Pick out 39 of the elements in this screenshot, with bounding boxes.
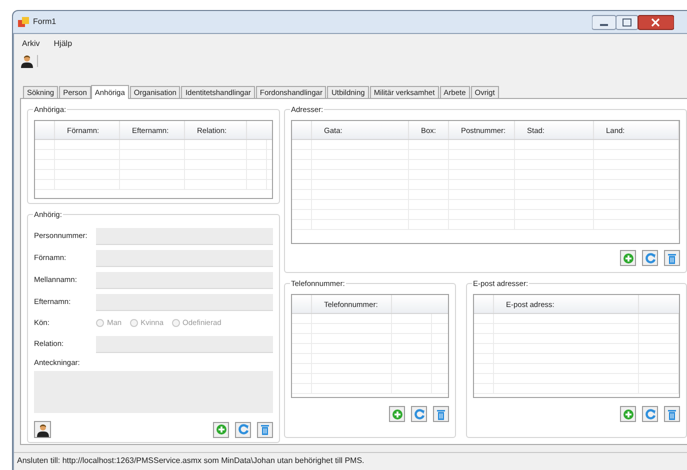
person-button[interactable] <box>20 54 34 68</box>
refresh-button[interactable] <box>411 406 427 422</box>
refresh-button[interactable] <box>235 422 251 438</box>
refresh-icon <box>238 424 248 436</box>
text-field[interactable] <box>96 294 273 310</box>
add-button[interactable] <box>213 422 229 438</box>
app-icon <box>18 16 29 28</box>
window-title: Form1 <box>33 16 56 28</box>
delete-button[interactable] <box>433 406 449 422</box>
add-button[interactable] <box>620 406 636 422</box>
plus-icon <box>622 408 634 420</box>
text-field[interactable] <box>96 228 273 244</box>
refresh-button[interactable] <box>642 250 658 266</box>
refresh-icon <box>644 408 656 420</box>
trash-icon <box>667 252 677 264</box>
trash-icon <box>667 408 677 420</box>
refresh-icon <box>414 408 424 420</box>
menu-item[interactable]: Hjälp <box>54 38 72 52</box>
status-bar: Ansluten till: http://localhost:1263/PMSService.asmx som MinData\Johan utan behörighet till PMS. <box>14 452 687 468</box>
plus-icon <box>622 252 634 264</box>
delete-button[interactable] <box>257 422 273 438</box>
person-button[interactable] <box>34 421 51 438</box>
text-field[interactable] <box>96 272 273 288</box>
add-button[interactable] <box>620 250 636 266</box>
plus-icon <box>392 408 402 420</box>
text-field[interactable] <box>96 250 273 266</box>
delete-button[interactable] <box>664 406 680 422</box>
refresh-button[interactable] <box>642 406 658 422</box>
trash-icon <box>436 408 446 420</box>
window-controls-icon[interactable] <box>592 14 674 30</box>
add-button[interactable] <box>389 406 405 422</box>
refresh-icon <box>644 252 656 264</box>
menu-item[interactable]: Arkiv <box>22 38 40 52</box>
person-icon <box>20 54 34 68</box>
delete-button[interactable] <box>664 250 680 266</box>
person-icon <box>36 422 50 437</box>
trash-icon <box>260 424 270 436</box>
plus-icon <box>216 424 226 436</box>
text-field[interactable] <box>96 336 273 352</box>
